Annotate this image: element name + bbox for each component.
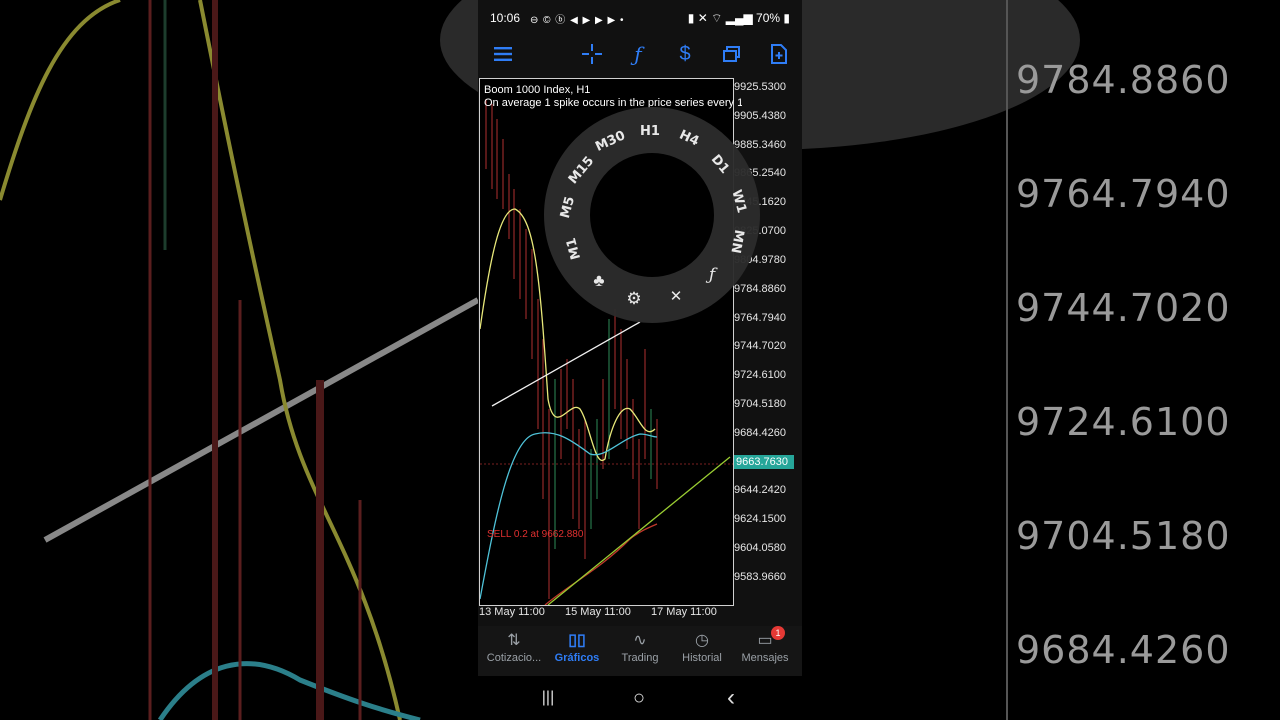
x-tick-label: 17 May 11:00 [651, 606, 717, 618]
history-icon: ◷ [695, 632, 709, 649]
nav-messages-label: Mensajes [741, 652, 789, 664]
gear-icon[interactable]: ⚙ [623, 289, 645, 311]
nav-trading[interactable]: ∿ Trading [608, 626, 672, 676]
background-price-label: 9724.6100 [1016, 400, 1231, 444]
nav-trading-label: Trading [621, 652, 659, 664]
y-tick-label: 9604.0580 [734, 542, 786, 554]
sell-order-label[interactable]: SELL 0.2 at 9662.880 [487, 529, 583, 540]
battery-icon: ▮ [780, 11, 790, 25]
nav-messages[interactable]: ▭ 1 Mensajes [733, 626, 797, 676]
nav-history[interactable]: ◷ Historial [670, 626, 734, 676]
background-price-label: 9764.7940 [1016, 172, 1231, 216]
cyan-moving-average [480, 432, 658, 600]
menu-icon[interactable] [489, 40, 517, 68]
notification-icons: ⊖ © ⓑ ◀ ▶ ▶ ▶ • [530, 15, 625, 26]
background-price-label: 9684.4260 [1016, 628, 1231, 672]
y-tick-label: 9744.7020 [734, 340, 786, 352]
objects-icon[interactable]: ♣ [588, 271, 610, 293]
nav-quotes-label: Cotizacio... [486, 652, 542, 664]
y-tick-label: 9583.9660 [734, 571, 786, 583]
current-price-tag: 9663.7630 [734, 455, 794, 469]
background-axis-line [1006, 0, 1008, 720]
resistance-trendline [491, 321, 641, 407]
back-button[interactable]: ‹ [716, 686, 746, 710]
new-order-icon[interactable] [765, 40, 793, 68]
nav-quotes[interactable]: ⇅ Cotizacio... [482, 626, 546, 676]
y-tick-label: 9684.4260 [734, 427, 786, 439]
nav-history-label: Historial [682, 652, 722, 664]
crosshair-icon[interactable] [578, 40, 606, 68]
chart-toolbar: ƒ $ [478, 34, 802, 74]
chart-symbol-title: Boom 1000 Index, H1 [484, 84, 591, 96]
timeframe-h1[interactable]: H1 [640, 124, 660, 139]
y-tick-label: 9724.6100 [734, 369, 786, 381]
background-price-label: 9704.5180 [1016, 514, 1231, 558]
battery-percent: 70% [756, 11, 781, 25]
timeframe-ring-menu [544, 107, 760, 323]
function-icon[interactable]: ƒ [624, 40, 652, 68]
home-button[interactable]: ○ [624, 686, 654, 710]
nav-charts[interactable]: ▯▯ Gráficos [545, 626, 609, 676]
y-tick-label: 9644.2420 [734, 484, 786, 496]
function-icon[interactable]: ƒ [701, 265, 723, 287]
messages-icon: ▭ [757, 632, 773, 649]
y-tick-label: 9704.5180 [734, 398, 786, 410]
charts-icon: ▯▯ [568, 632, 586, 649]
bottom-navigation: ⇅ Cotizacio... ▯▯ Gráficos ∿ Trading ◷ H… [478, 626, 802, 676]
y-tick-label: 9624.1500 [734, 513, 786, 525]
status-time: 10:06 [490, 11, 521, 25]
background-price-label: 9744.7020 [1016, 286, 1231, 330]
system-navigation-bar: ||| ○ ‹ [478, 676, 802, 720]
quotes-icon: ⇅ [507, 632, 521, 649]
status-bar: 10:06 ⊖ © ⓑ ◀ ▶ ▶ ▶ • ▮ ✕ ⌔ ▂▄▆ 70% ▮ [478, 0, 802, 34]
trading-icon: ∿ [633, 632, 647, 649]
x-tick-label: 13 May 11:00 [479, 606, 545, 618]
recents-button[interactable]: ||| [533, 686, 563, 710]
signal-icon: ▮ ✕ ⌔ ▂▄▆ [687, 11, 757, 25]
x-tick-label: 15 May 11:00 [565, 606, 631, 618]
messages-badge: 1 [771, 626, 785, 640]
phone-screen: 10:06 ⊖ © ⓑ ◀ ▶ ▶ ▶ • ▮ ✕ ⌔ ▂▄▆ 70% ▮ ƒ … [478, 0, 802, 720]
crosshair-icon[interactable]: ✕ [665, 287, 687, 309]
windows-icon[interactable] [718, 40, 746, 68]
background-price-label: 9784.8860 [1016, 58, 1231, 102]
dollar-arrows-icon[interactable]: $ [671, 40, 699, 68]
battery-indicator: ▮ ✕ ⌔ ▂▄▆ 70% ▮ [688, 11, 790, 26]
y-tick-label: 9925.5300 [734, 81, 786, 93]
nav-charts-label: Gráficos [554, 652, 600, 664]
